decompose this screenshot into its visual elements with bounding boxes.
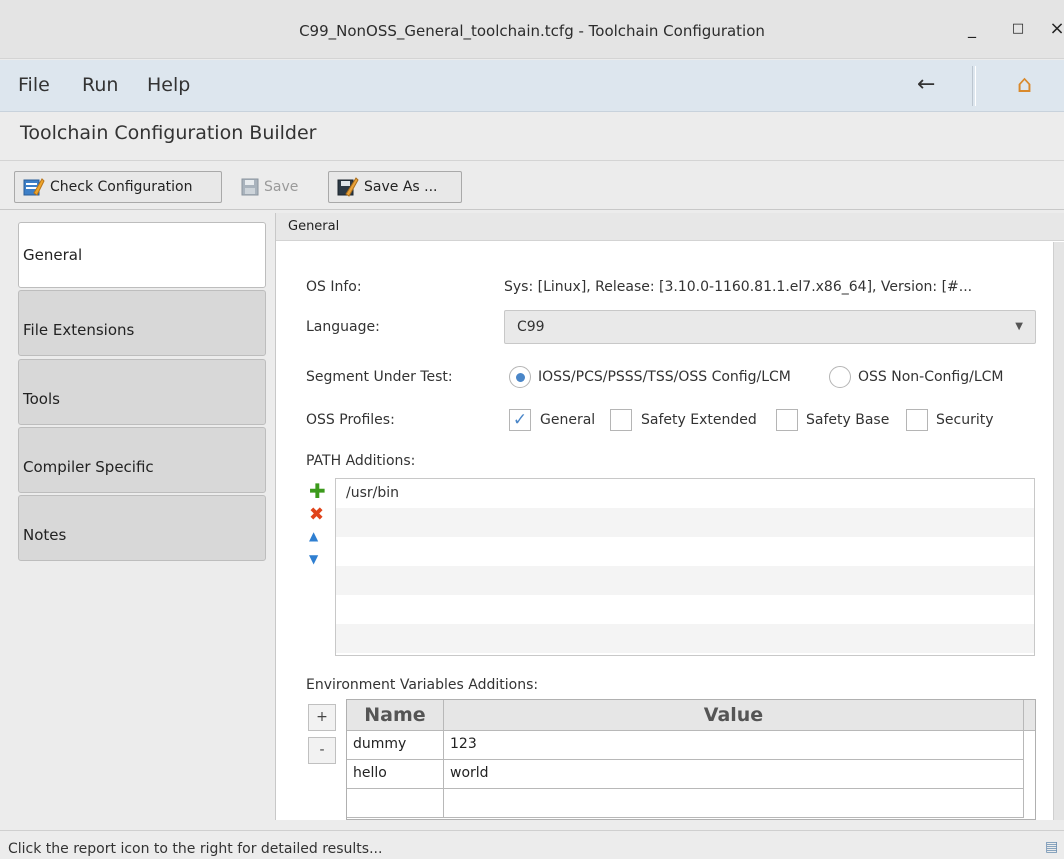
table-cell-empty[interactable] [347, 789, 444, 818]
tab-general[interactable]: General [18, 222, 266, 288]
profile-safety-extended-label: Safety Extended [641, 412, 757, 428]
report-icon[interactable]: ▤ [1045, 839, 1058, 855]
x-icon[interactable]: ✖ [309, 504, 324, 525]
path-additions-list[interactable]: /usr/bin [335, 478, 1035, 656]
profile-safety-extended-checkbox[interactable] [610, 409, 632, 431]
profile-safety-base-label: Safety Base [806, 412, 890, 428]
save-button[interactable]: Save [232, 171, 318, 203]
save-icon [241, 178, 259, 196]
env-remove-button[interactable]: - [308, 737, 336, 764]
status-message: Click the report icon to the right for d… [8, 841, 383, 857]
maximize-button[interactable]: □ [1008, 19, 1028, 39]
segment-radio-nonconfig[interactable] [829, 366, 851, 388]
menu-file[interactable]: File [18, 74, 50, 96]
column-header-value[interactable]: Value [444, 700, 1024, 731]
chevron-down-icon[interactable]: ▼ [309, 552, 318, 566]
column-header-filler [1024, 700, 1035, 731]
menu-run[interactable]: Run [82, 74, 118, 96]
menu-bar: File Run Help ← ⌂ [0, 60, 1064, 112]
check-configuration-label: Check Configuration [50, 179, 193, 195]
list-item[interactable]: /usr/bin [336, 479, 1034, 508]
list-item-empty [336, 566, 1034, 595]
profile-general-label: General [540, 412, 596, 428]
menu-separator [972, 66, 976, 106]
segment-option-nonconfig: OSS Non-Config/LCM [858, 369, 1004, 385]
chevron-down-icon: ▼ [1015, 321, 1023, 332]
profile-security-label: Security [936, 412, 994, 428]
table-cell-empty[interactable] [444, 789, 1024, 818]
language-label: Language: [306, 319, 380, 335]
os-info-label: OS Info: [306, 279, 362, 295]
save-as-button[interactable]: Save As ... [328, 171, 462, 203]
menu-help[interactable]: Help [147, 74, 190, 96]
plus-icon[interactable]: ✚ [309, 479, 326, 503]
language-select[interactable]: C99 ▼ [504, 310, 1036, 344]
save-as-icon [337, 177, 359, 197]
home-icon[interactable]: ⌂ [1017, 70, 1032, 98]
back-arrow-icon[interactable]: ← [917, 72, 935, 97]
segment-option-config: IOSS/PCS/PSSS/TSS/OSS Config/LCM [538, 369, 791, 385]
list-item-empty [336, 595, 1034, 624]
profile-security-checkbox[interactable] [906, 409, 928, 431]
tab-notes[interactable]: Notes [18, 495, 266, 561]
os-info-value: Sys: [Linux], Release: [3.10.0-1160.81.1… [504, 279, 973, 295]
segment-label: Segment Under Test: [306, 369, 453, 385]
segment-radio-config[interactable] [509, 366, 531, 388]
env-vars-label: Environment Variables Additions: [306, 677, 539, 693]
table-cell-value[interactable]: world [444, 760, 1024, 789]
window-titlebar: C99_NonOSS_General_toolchain.tcfg - Tool… [0, 0, 1064, 59]
path-additions-label: PATH Additions: [306, 453, 416, 469]
language-value: C99 [517, 319, 545, 335]
save-label: Save [264, 179, 299, 195]
profile-general-checkbox[interactable]: ✓ [509, 409, 531, 431]
env-vars-table: Name Value dummy 123 hello world [346, 699, 1036, 820]
chevron-up-icon[interactable]: ▲ [309, 529, 318, 543]
check-configuration-button[interactable]: Check Configuration [14, 171, 222, 203]
check-config-icon [23, 178, 45, 196]
save-as-label: Save As ... [364, 179, 438, 195]
window-title: C99_NonOSS_General_toolchain.tcfg - Tool… [299, 22, 765, 40]
page-title: Toolchain Configuration Builder [20, 122, 317, 144]
table-cell-name[interactable]: hello [347, 760, 444, 789]
status-bar: Click the report icon to the right for d… [0, 830, 1064, 859]
tab-tools[interactable]: Tools [18, 359, 266, 425]
toolbar: Check Configuration Save Save As ... [0, 160, 1064, 210]
column-header-name[interactable]: Name [347, 700, 444, 731]
tab-compiler-specific[interactable]: Compiler Specific [18, 427, 266, 493]
profile-safety-base-checkbox[interactable] [776, 409, 798, 431]
table-cell-name[interactable]: dummy [347, 731, 444, 760]
content-scrollbar[interactable] [1053, 242, 1064, 820]
list-item-empty [336, 508, 1034, 537]
panel-header: General [276, 213, 1064, 241]
list-item-empty [336, 624, 1034, 653]
general-panel: General OS Info: Sys: [Linux], Release: … [275, 213, 1064, 820]
table-cell-value[interactable]: 123 [444, 731, 1024, 760]
close-button[interactable]: × [1047, 19, 1064, 39]
oss-profiles-label: OSS Profiles: [306, 412, 395, 428]
tab-file-extensions[interactable]: File Extensions [18, 290, 266, 356]
env-add-button[interactable]: + [308, 704, 336, 731]
list-item-empty [336, 537, 1034, 566]
minimize-button[interactable]: _ [962, 19, 982, 39]
